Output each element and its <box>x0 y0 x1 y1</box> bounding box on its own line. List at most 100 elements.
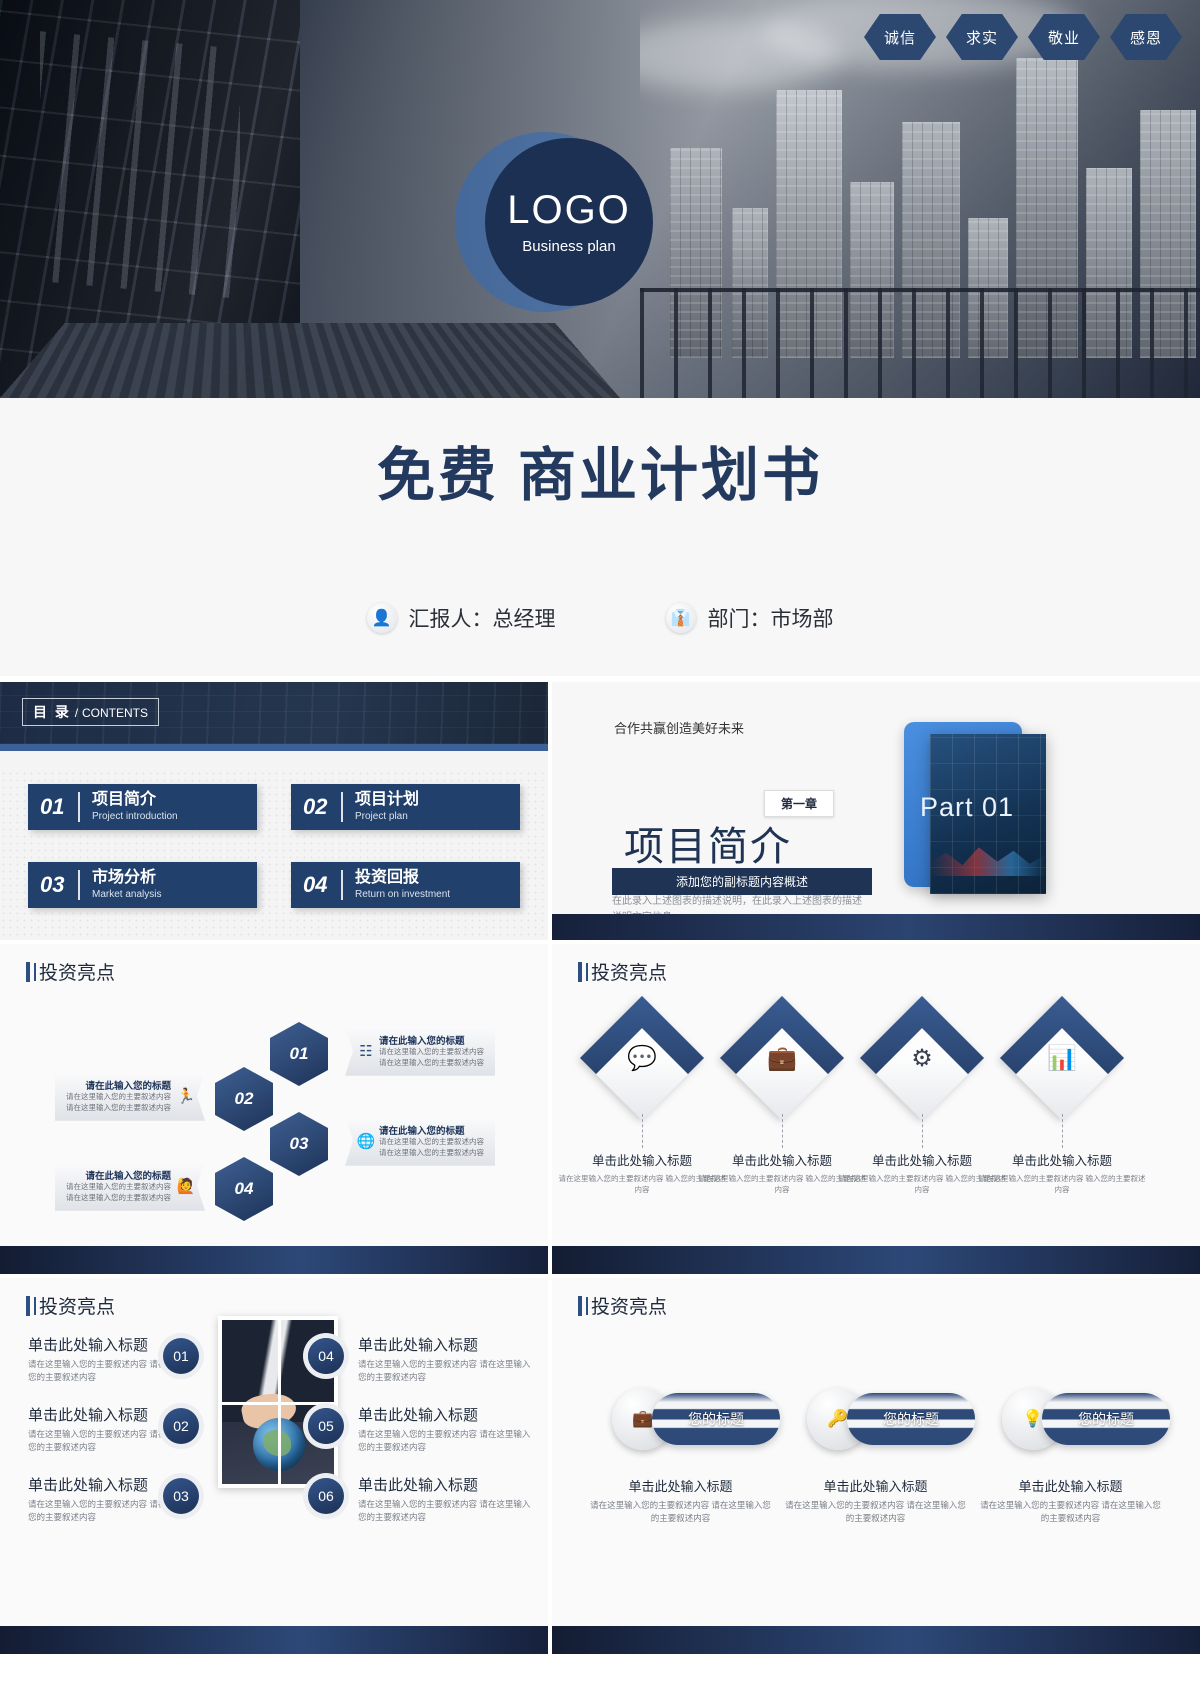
runner-icon: 🏃 <box>176 1087 196 1105</box>
number-circle-01[interactable]: 01 <box>163 1338 199 1374</box>
band-left-1 <box>0 1246 548 1274</box>
walkway-image <box>0 323 620 398</box>
circle-caption-desc: 请在这里输入您的主要叙述内容 请在这里输入您的主要叙述内容 <box>590 1500 771 1524</box>
circle-caption-1[interactable]: 单击此处输入标题 请在这里输入您的主要叙述内容 请在这里输入您的主要叙述内容 <box>588 1476 773 1525</box>
balcony-railing-image <box>640 288 1200 398</box>
number-circle-02[interactable]: 02 <box>163 1408 199 1444</box>
diamond-caption-title: 单击此处输入标题 <box>1011 1154 1112 1168</box>
contents-badge-en: CONTENTS <box>82 706 149 720</box>
hex-badge-2[interactable]: 求实 <box>946 14 1018 60</box>
circle-caption-2[interactable]: 单击此处输入标题 请在这里输入您的主要叙述内容 请在这里输入您的主要叙述内容 <box>783 1476 968 1525</box>
diamond-caption-desc: 请在这里输入您的主要叙述内容 输入您的主要叙述内容 <box>978 1174 1146 1195</box>
contents-item-label-cn: 项目计划 <box>355 791 420 809</box>
circle-caption-desc: 请在这里输入您的主要叙述内容 请在这里输入您的主要叙述内容 <box>980 1500 1161 1524</box>
number-list-heading-group: 投资亮点 <box>26 1292 115 1319</box>
photo-grid-horizontal <box>222 1402 334 1405</box>
contents-grid: 01 项目简介 Project introduction 02 项目计划 Pro… <box>0 770 548 940</box>
contents-item-label-cn: 市场分析 <box>92 869 157 887</box>
number-circle-05[interactable]: 05 <box>308 1408 344 1444</box>
number-item-04[interactable]: 单击此处输入标题 请在这里输入您的主要叙述内容 请在这里输入您的主要叙述内容 <box>358 1334 533 1384</box>
section-part-label: Part 01 <box>920 792 1015 822</box>
contents-item-04[interactable]: 04 投资回报 Return on investment <box>291 862 520 908</box>
hex-tag-03[interactable]: 🌐 请在此输入您的标题 请在这里输入您的主要叙述内容 请在这里输入您的主要叙述内… <box>345 1116 495 1166</box>
band-right-1 <box>552 1246 1200 1274</box>
number-item-title: 单击此处输入标题 <box>358 1337 479 1354</box>
bar-chart-icon: 📊 <box>1047 1044 1077 1072</box>
contents-item-02[interactable]: 02 项目计划 Project plan <box>291 784 520 830</box>
hex-step-01[interactable]: 01 <box>270 1022 328 1086</box>
logo-inner-circle: LOGO Business plan <box>485 138 653 306</box>
necktie-icon: 👔 <box>665 603 696 633</box>
heading-accent-bar <box>578 1295 582 1316</box>
hex-flow-heading: 投资亮点 <box>39 963 116 984</box>
heading-accent-bar <box>578 961 582 982</box>
circle-caption-desc: 请在这里输入您的主要叙述内容 请在这里输入您的主要叙述内容 <box>785 1500 966 1524</box>
section-title: 项目简介 <box>624 825 792 869</box>
slide-divider-1 <box>0 676 1200 680</box>
contents-item-label-cn: 投资回报 <box>355 869 420 887</box>
hex-tag-title: 请在此输入您的标题 <box>85 1171 171 1182</box>
hex-tag-02[interactable]: 🏃 请在此输入您的标题 请在这里输入您的主要叙述内容 请在这里输入您的主要叙述内… <box>55 1071 205 1121</box>
network-icon: ☷ <box>359 1042 373 1060</box>
diamond-heading: 投资亮点 <box>591 963 668 984</box>
hex-badge-3[interactable]: 敬业 <box>1028 14 1100 60</box>
cover-slide: 诚信 求实 敬业 感恩 LOGO Business plan 免费 商业计划书 … <box>0 0 1200 680</box>
number-item-desc: 请在这里输入您的主要叙述内容 请在这里输入您的主要叙述内容 <box>358 1359 531 1383</box>
logo-text: LOGO <box>507 187 631 232</box>
circle-badge-slide: 投资亮点 💼 您的标题 单击此处输入标题 请在这里输入您的主要叙述内容 请在这里… <box>552 1278 1200 1626</box>
number-circle-03[interactable]: 03 <box>163 1478 199 1514</box>
circle-caption-3[interactable]: 单击此处输入标题 请在这里输入您的主要叙述内容 请在这里输入您的主要叙述内容 <box>978 1476 1163 1525</box>
circle-pill-3[interactable]: 您的标题 <box>1042 1393 1170 1445</box>
hex-tag-title: 请在此输入您的标题 <box>379 1036 465 1047</box>
presenter-label: 汇报人：总经理 <box>408 608 556 631</box>
briefcase-icon: 💼 <box>767 1044 797 1072</box>
number-circle-04[interactable]: 04 <box>308 1338 344 1374</box>
contents-item-label-en: Market analysis <box>92 888 162 900</box>
section-subtitle: 添加您的副标题内容概述 <box>612 868 872 895</box>
heading-accent-bar <box>26 961 30 982</box>
circle-pill-label: 您的标题 <box>688 1411 744 1427</box>
hex-tag-title: 请在此输入您的标题 <box>379 1126 465 1137</box>
circle-pill-1[interactable]: 您的标题 <box>652 1393 780 1445</box>
hex-tag-title: 请在此输入您的标题 <box>85 1081 171 1092</box>
slide-divider-4 <box>0 1654 1200 1658</box>
contents-badge-cn: 目 录 <box>33 704 71 720</box>
number-item-06[interactable]: 单击此处输入标题 请在这里输入您的主要叙述内容 请在这里输入您的主要叙述内容 <box>358 1474 533 1524</box>
hex-tag-desc: 请在这里输入您的主要叙述内容 请在这里输入您的主要叙述内容 <box>66 1092 171 1112</box>
contents-item-label-en: Return on investment <box>355 888 451 900</box>
hex-tag-01[interactable]: ☷ 请在此输入您的标题 请在这里输入您的主要叙述内容 请在这里输入您的主要叙述内… <box>345 1026 495 1076</box>
hex-step-04[interactable]: 04 <box>215 1157 273 1221</box>
heading-accent-bar <box>26 1295 30 1316</box>
department-item: 👔 部门：市场部 <box>665 603 834 633</box>
circle-heading: 投资亮点 <box>591 1297 668 1318</box>
contents-item-01[interactable]: 01 项目简介 Project introduction <box>28 784 257 830</box>
diamond-stem-2 <box>782 1114 783 1148</box>
hex-tag-04[interactable]: 🙋 请在此输入您的标题 请在这里输入您的主要叙述内容 请在这里输入您的主要叙述内… <box>55 1161 205 1211</box>
contents-item-03[interactable]: 03 市场分析 Market analysis <box>28 862 257 908</box>
presentation-page: 诚信 求实 敬业 感恩 LOGO Business plan 免费 商业计划书 … <box>0 0 1200 1700</box>
band-left-2 <box>0 1626 548 1654</box>
hex-badge-1[interactable]: 诚信 <box>864 14 936 60</box>
hex-flow-heading-group: 投资亮点 <box>26 958 115 985</box>
chat-icon: 💬 <box>627 1044 657 1072</box>
number-item-title: 单击此处输入标题 <box>358 1477 479 1494</box>
diamond-caption-4[interactable]: 单击此处输入标题 请在这里输入您的主要叙述内容 输入您的主要叙述内容 <box>977 1150 1147 1196</box>
hex-step-02[interactable]: 02 <box>215 1067 273 1131</box>
number-item-05[interactable]: 单击此处输入标题 请在这里输入您的主要叙述内容 请在这里输入您的主要叙述内容 <box>358 1404 533 1454</box>
diamond-slide: 投资亮点 💬 单击此处输入标题 请在这里输入您的主要叙述内容 输入您的主要叙述内… <box>552 944 1200 1246</box>
circle-pill-2[interactable]: 您的标题 <box>847 1393 975 1445</box>
circle-caption-title: 单击此处输入标题 <box>1018 1479 1123 1494</box>
band-right-2 <box>552 1626 1200 1654</box>
diamond-stem-3 <box>922 1114 923 1148</box>
number-circle-06[interactable]: 06 <box>308 1478 344 1514</box>
contents-item-number: 01 <box>40 794 65 819</box>
logo-subtitle: Business plan <box>522 237 616 255</box>
hex-badge-4[interactable]: 感恩 <box>1110 14 1182 60</box>
hex-step-03[interactable]: 03 <box>270 1112 328 1176</box>
presenter-item: 👤 汇报人：总经理 <box>366 603 556 633</box>
section-slide: 合作共赢创造美好未来 第一章 项目简介 添加您的副标题内容概述 在此录入上述图表… <box>552 682 1200 942</box>
contents-item-number: 04 <box>303 872 328 897</box>
person-icon: 👤 <box>366 603 397 633</box>
contents-item-number: 03 <box>40 872 65 897</box>
section-kicker: 合作共赢创造美好未来 <box>614 721 745 736</box>
